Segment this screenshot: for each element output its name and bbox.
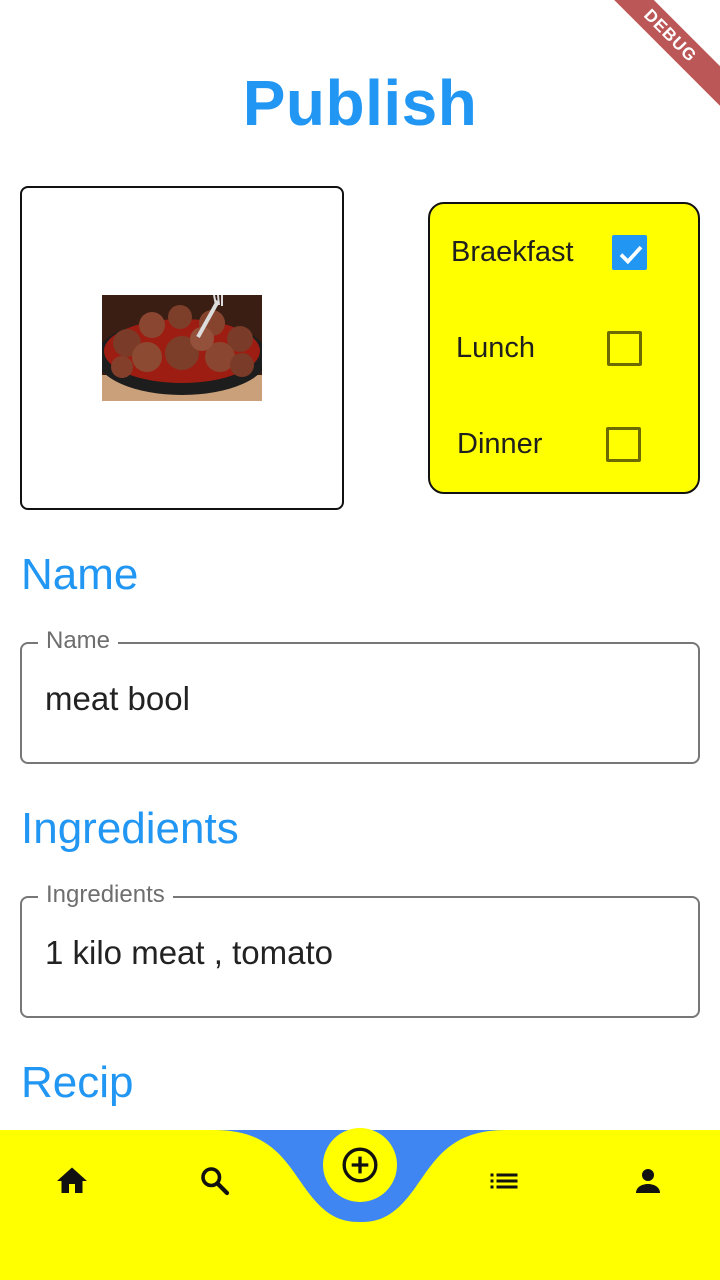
name-field[interactable]: Name meat bool xyxy=(20,627,700,764)
bottom-navigation xyxy=(0,1128,720,1280)
recipe-heading: Recip xyxy=(21,1058,134,1107)
food-image xyxy=(102,295,262,401)
ingredients-field[interactable]: Ingredients 1 kilo meat , tomato xyxy=(20,881,700,1018)
name-field-label: Name xyxy=(38,627,119,655)
ingredients-input[interactable]: 1 kilo meat , tomato xyxy=(45,934,333,972)
meal-option-label: Dinner xyxy=(457,428,543,460)
meal-option-label: Lunch xyxy=(456,332,536,364)
add-circle-icon xyxy=(342,1147,378,1183)
page-title: Publish xyxy=(242,67,478,139)
name-heading: Name xyxy=(21,550,139,599)
meal-option-lunch[interactable]: Lunch xyxy=(430,318,700,378)
lunch-checkbox[interactable] xyxy=(607,331,642,366)
meal-type-panel: Braekfast Lunch Dinner xyxy=(428,202,700,494)
check-icon xyxy=(619,245,643,265)
meal-option-dinner[interactable]: Dinner xyxy=(430,414,700,474)
home-icon[interactable] xyxy=(54,1163,90,1199)
breakfast-checkbox[interactable] xyxy=(612,235,647,270)
image-picker[interactable] xyxy=(20,186,344,510)
ingredients-heading: Ingredients xyxy=(21,804,239,853)
meal-option-breakfast[interactable]: Braekfast xyxy=(430,222,700,282)
name-input[interactable]: meat bool xyxy=(45,680,190,718)
search-icon[interactable] xyxy=(197,1163,233,1199)
add-button[interactable] xyxy=(323,1128,397,1202)
dinner-checkbox[interactable] xyxy=(606,427,641,462)
ingredients-field-label: Ingredients xyxy=(38,881,173,909)
meal-option-label: Braekfast xyxy=(451,236,574,268)
person-icon[interactable] xyxy=(630,1163,666,1199)
list-icon[interactable] xyxy=(486,1163,522,1199)
